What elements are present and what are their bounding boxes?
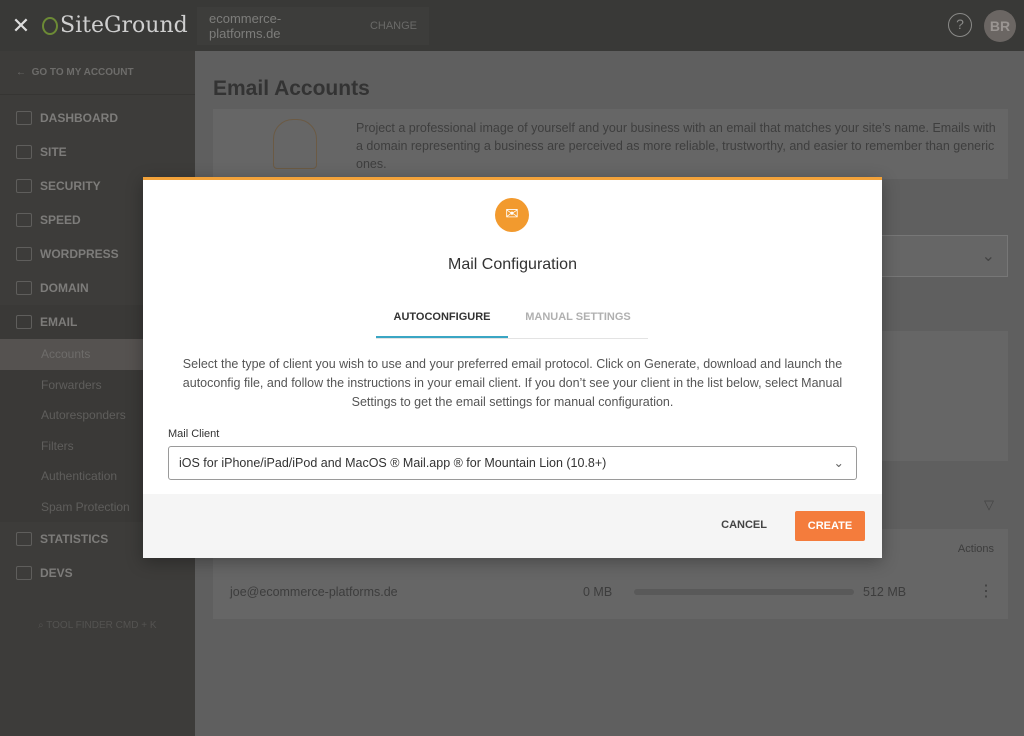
nav-label: DOMAIN xyxy=(40,281,89,295)
envelope-icon xyxy=(16,315,32,329)
sidebar-item-dashboard[interactable]: DASHBOARD xyxy=(0,101,195,135)
usage-bar xyxy=(634,589,854,595)
chevron-down-icon[interactable]: ⌄ xyxy=(982,246,995,266)
nav-label: DEVS xyxy=(40,566,73,580)
tab-autoconfigure[interactable]: AUTOCONFIGURE xyxy=(376,300,508,338)
dialog-footer: CANCEL CREATE xyxy=(143,494,882,558)
nav-label: Autoresponders xyxy=(41,408,126,423)
avatar[interactable]: BR xyxy=(984,10,1016,42)
info-card xyxy=(877,331,1008,461)
lock-icon xyxy=(16,179,32,193)
cancel-button[interactable]: CANCEL xyxy=(721,519,767,531)
dashboard-icon xyxy=(16,111,32,125)
dialog-description: Select the type of client you wish to us… xyxy=(182,357,843,409)
chevron-down-icon: ⌄ xyxy=(833,456,844,470)
site-icon xyxy=(16,145,32,159)
pie-chart-icon xyxy=(16,532,32,546)
mail-settings-icon: ✉ xyxy=(495,198,529,232)
site-name: ecommerce-platforms.de xyxy=(209,10,282,41)
top-bar: ✕ SiteGround ecommerce-platforms.de CHANG… xyxy=(0,0,1024,51)
nav-label: Spam Protection xyxy=(41,499,130,514)
go-to-account-link[interactable]: ← GO TO MY ACCOUNT xyxy=(0,51,195,95)
actions-header: Actions xyxy=(957,543,994,555)
nav-label: WORDPRESS xyxy=(40,247,119,261)
sidebar-item-devs[interactable]: DEVS xyxy=(0,556,195,590)
nav-label: SECURITY xyxy=(40,179,101,193)
tool-finder[interactable]: ⌕ TOOL FINDER CMD + K xyxy=(0,620,195,631)
create-card: ⌄ xyxy=(877,235,1008,277)
quota: 512 MB xyxy=(863,585,907,599)
wordpress-icon xyxy=(16,247,32,261)
site-selector[interactable]: ecommerce-platforms.de CHANGE xyxy=(197,6,429,45)
nav-label: Accounts xyxy=(41,347,91,362)
sidebar-item-site[interactable]: SITE xyxy=(0,135,195,169)
help-icon[interactable]: ? xyxy=(948,13,972,37)
table-row: joe@ecommerce-platforms.de 0 MB 512 MB ⋮ xyxy=(213,571,1008,615)
nav-label: Filters xyxy=(41,438,74,453)
close-icon[interactable]: ✕ xyxy=(0,13,42,39)
tabs: AUTOCONFIGURE MANUAL SETTINGS xyxy=(376,300,648,339)
nav-label: STATISTICS xyxy=(40,532,109,546)
change-site-button[interactable]: CHANGE xyxy=(370,20,417,32)
page-title: Email Accounts xyxy=(213,77,370,100)
user-mail-icon xyxy=(273,119,317,169)
intro-banner: Project a professional image of yourself… xyxy=(213,109,1008,179)
more-actions-icon[interactable]: ⋮ xyxy=(978,581,994,601)
account-email: joe@ecommerce-platforms.de xyxy=(230,585,398,599)
mail-client-label: Mail Client xyxy=(168,428,220,440)
globe-icon xyxy=(16,281,32,295)
nav-label: Forwarders xyxy=(41,377,102,392)
nav-label: Authentication xyxy=(41,469,118,484)
nav-label: SITE xyxy=(40,145,67,159)
code-icon xyxy=(16,566,32,580)
mail-client-select[interactable]: iOS for iPhone/iPad/iPod and MacOS ® Mai… xyxy=(168,446,857,480)
mail-configuration-dialog: ✉ Mail Configuration AUTOCONFIGURE MANUA… xyxy=(143,177,882,558)
create-button[interactable]: CREATE xyxy=(795,511,865,541)
filter-icon[interactable]: ▽ xyxy=(984,497,994,513)
siteground-logo: SiteGround xyxy=(42,13,197,38)
dialog-title: Mail Configuration xyxy=(448,256,577,273)
nav-label: EMAIL xyxy=(40,315,78,329)
used-space: 0 MB xyxy=(583,585,613,599)
nav-label: DASHBOARD xyxy=(40,111,118,125)
rocket-icon xyxy=(16,213,32,227)
nav-label: SPEED xyxy=(40,213,81,227)
tab-manual-settings[interactable]: MANUAL SETTINGS xyxy=(508,300,648,338)
